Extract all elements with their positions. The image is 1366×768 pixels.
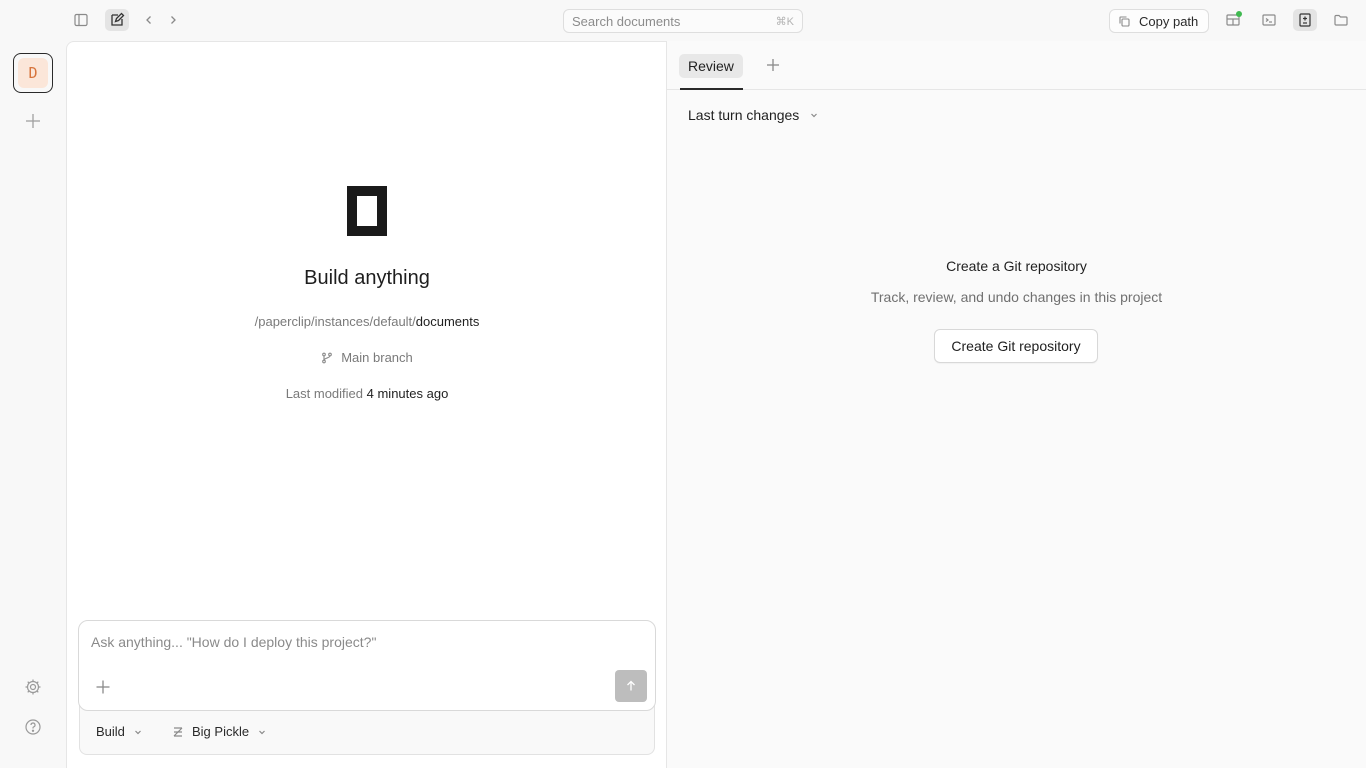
search-placeholder: Search documents xyxy=(572,13,681,29)
diff-panel-icon[interactable] xyxy=(1293,9,1317,31)
new-session-icon[interactable] xyxy=(105,9,129,31)
chevron-down-icon xyxy=(809,110,819,120)
attach-plus-icon[interactable] xyxy=(93,677,113,697)
project-rail: D xyxy=(0,41,66,768)
terminal-icon[interactable] xyxy=(1257,9,1281,31)
project-avatar[interactable]: D xyxy=(13,53,53,93)
prompt-composer[interactable]: Ask anything... "How do I deploy this pr… xyxy=(78,620,656,711)
model-icon xyxy=(173,726,183,737)
mode-label: Build xyxy=(96,724,125,739)
changes-dropdown[interactable]: Last turn changes xyxy=(688,107,819,123)
path-current: documents xyxy=(415,314,480,329)
add-tab-icon[interactable] xyxy=(763,55,783,75)
project-path: /paperclip/instances/default/documents xyxy=(67,314,667,329)
chevron-down-icon xyxy=(257,727,267,737)
send-button[interactable] xyxy=(615,670,647,702)
back-chevron-icon[interactable] xyxy=(137,9,161,31)
review-panel-icon[interactable] xyxy=(1221,9,1245,31)
project-initial: D xyxy=(18,58,48,88)
status-dot xyxy=(1236,11,1242,17)
empty-state-subtitle: Track, review, and undo changes in this … xyxy=(870,289,1163,305)
model-label: Big Pickle xyxy=(192,724,250,739)
changes-dropdown-label: Last turn changes xyxy=(688,107,800,123)
arrow-up-icon xyxy=(627,680,635,691)
app-logo xyxy=(347,186,387,236)
copy-icon xyxy=(1119,15,1130,27)
last-modified: Last modified 4 minutes ago xyxy=(67,386,667,401)
help-icon[interactable] xyxy=(21,715,45,739)
chevron-down-icon xyxy=(133,727,143,737)
session-panel: Build anything /paperclip/instances/defa… xyxy=(66,41,667,768)
review-tab-bar: Review xyxy=(667,41,1366,90)
active-tab-indicator xyxy=(680,88,743,90)
forward-chevron-icon[interactable] xyxy=(161,9,185,31)
page-title: Build anything xyxy=(304,267,430,289)
toggle-sidebar-icon[interactable] xyxy=(69,9,93,31)
search-input[interactable]: Search documents ⌘K xyxy=(563,9,803,33)
settings-gear-icon[interactable] xyxy=(21,675,45,699)
model-select[interactable]: Big Pickle xyxy=(172,724,267,739)
path-prefix: /paperclip/instances/default/ xyxy=(254,314,416,329)
modified-label: Last modified xyxy=(285,386,364,401)
modified-value: 4 minutes ago xyxy=(366,386,449,401)
empty-state-title: Create a Git repository xyxy=(946,258,1087,274)
prompt-input[interactable]: Ask anything... "How do I deploy this pr… xyxy=(91,634,376,650)
tab-review[interactable]: Review xyxy=(679,54,743,78)
search-shortcut: ⌘K xyxy=(775,15,794,28)
add-project-icon[interactable] xyxy=(21,109,45,133)
copy-path-label: Copy path xyxy=(1139,13,1199,29)
top-bar: Search documents ⌘K Copy path xyxy=(0,0,1366,41)
review-panel: Review Last turn changes Create a Git re… xyxy=(667,41,1366,768)
branch-label: Main branch xyxy=(341,350,413,365)
branch-icon xyxy=(322,352,333,363)
copy-path-button[interactable]: Copy path xyxy=(1109,9,1209,33)
folder-icon[interactable] xyxy=(1329,9,1353,31)
mode-select[interactable]: Build xyxy=(96,724,143,739)
create-git-repository-button[interactable]: Create Git repository xyxy=(934,329,1098,363)
branch-info: Main branch xyxy=(67,350,667,365)
